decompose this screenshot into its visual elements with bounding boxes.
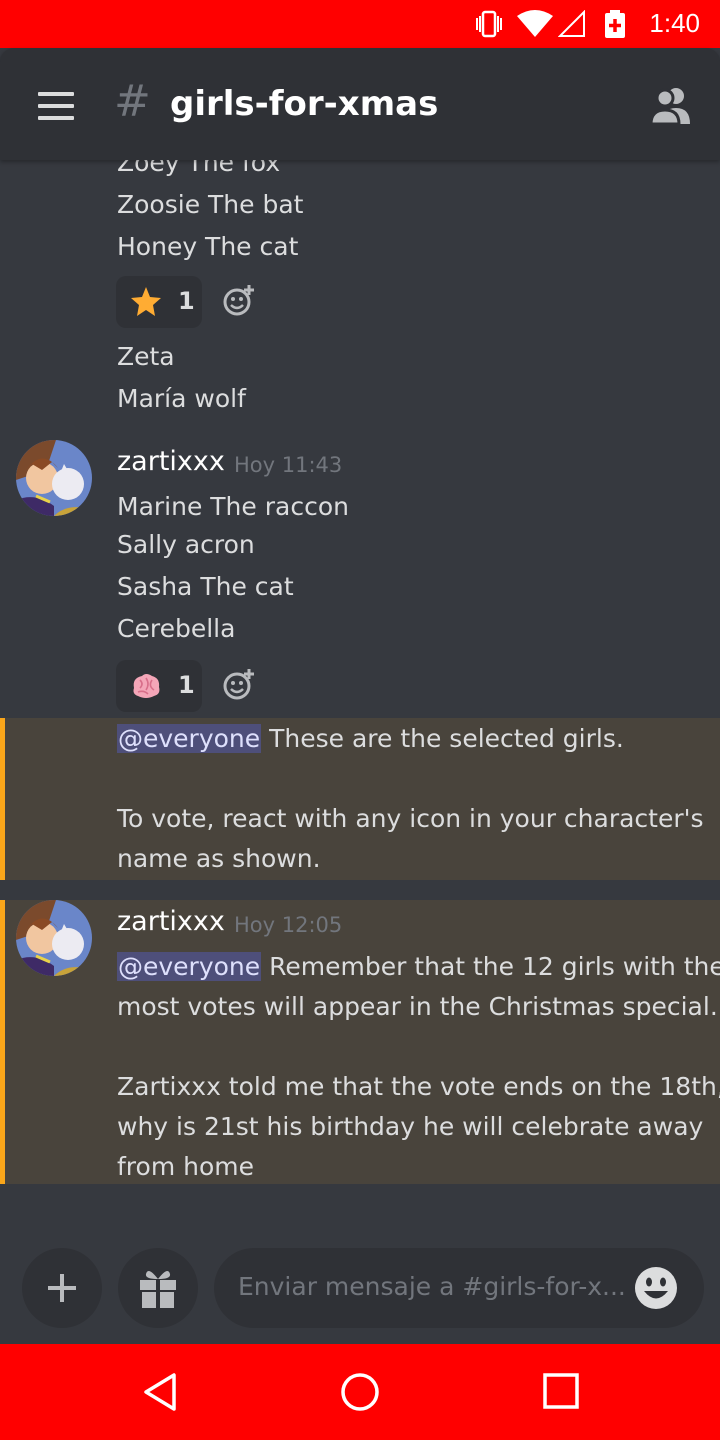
message-line: Zeta	[117, 342, 175, 371]
recents-icon[interactable]	[542, 1372, 582, 1412]
mention-highlight	[0, 900, 720, 1184]
message-line: name as shown.	[117, 844, 321, 873]
message-line: Zartixxx told me that the vote ends on t…	[117, 1072, 720, 1101]
reaction-count: 1	[178, 287, 195, 315]
message-line: why is 21st his birthday he will celebra…	[117, 1112, 704, 1141]
wifi-icon	[517, 10, 553, 37]
message-line: María wolf	[117, 384, 246, 413]
username[interactable]: zartixxx	[117, 906, 225, 937]
message-input-placeholder: Enviar mensaje a #girls-for-x...	[238, 1272, 626, 1301]
timestamp: Hoy 12:05	[234, 913, 343, 937]
message-line: most votes will appear in the Christmas …	[117, 992, 718, 1021]
add-reaction-icon[interactable]	[222, 668, 256, 702]
emoji-icon[interactable]	[634, 1266, 678, 1310]
members-icon[interactable]	[650, 86, 692, 124]
status-bar: 1:40	[0, 0, 720, 48]
message-line: To vote, react with any icon in your cha…	[117, 804, 704, 833]
message-line: from home	[117, 1152, 254, 1181]
reaction-count: 1	[178, 671, 195, 699]
vibrate-icon	[476, 10, 502, 38]
plus-icon	[48, 1274, 76, 1302]
brain-icon	[133, 674, 160, 698]
mention-everyone[interactable]: @everyone	[117, 724, 262, 753]
reaction-star[interactable]: 1	[116, 276, 202, 328]
gift-button[interactable]	[118, 1248, 198, 1328]
reaction-brain[interactable]: 1	[116, 660, 202, 712]
channel-title: girls-for-xmas	[170, 84, 439, 124]
message-input[interactable]: Enviar mensaje a #girls-for-x...	[214, 1248, 704, 1328]
channel-hash-icon: #	[114, 76, 151, 127]
home-icon[interactable]	[340, 1372, 380, 1412]
message-line: Sasha The cat	[117, 572, 294, 601]
signal-icon	[558, 10, 585, 37]
timestamp: Hoy 11:43	[234, 453, 343, 477]
message-composer: Enviar mensaje a #girls-for-x...	[0, 1240, 720, 1344]
android-nav-bar	[0, 1344, 720, 1440]
message-line: Honey The cat	[117, 232, 299, 261]
message-line: @everyone Remember that the 12 girls wit…	[117, 952, 720, 981]
add-reaction-icon[interactable]	[222, 284, 256, 318]
back-icon[interactable]	[140, 1372, 180, 1412]
message-list[interactable]: Zoey The fox Zoosie The bat Honey The ca…	[0, 160, 720, 1240]
battery-icon	[605, 10, 625, 38]
avatar[interactable]	[16, 900, 92, 976]
mention-everyone[interactable]: @everyone	[117, 952, 262, 981]
menu-icon[interactable]	[38, 92, 74, 120]
message-line: Marine The raccon	[117, 492, 349, 521]
avatar[interactable]	[16, 440, 92, 516]
gift-icon	[140, 1270, 176, 1308]
message-line: @everyone These are the selected girls.	[117, 724, 624, 753]
add-attachment-button[interactable]	[22, 1248, 102, 1328]
message-line: Cerebella	[117, 614, 236, 643]
message-line: Zoey The fox	[117, 160, 281, 177]
star-icon	[131, 287, 161, 316]
status-time: 1:40	[649, 8, 700, 38]
username[interactable]: zartixxx	[117, 446, 225, 477]
message-line: Zoosie The bat	[117, 190, 304, 219]
message-line: Sally acron	[117, 530, 255, 559]
channel-header: # girls-for-xmas	[0, 48, 720, 160]
